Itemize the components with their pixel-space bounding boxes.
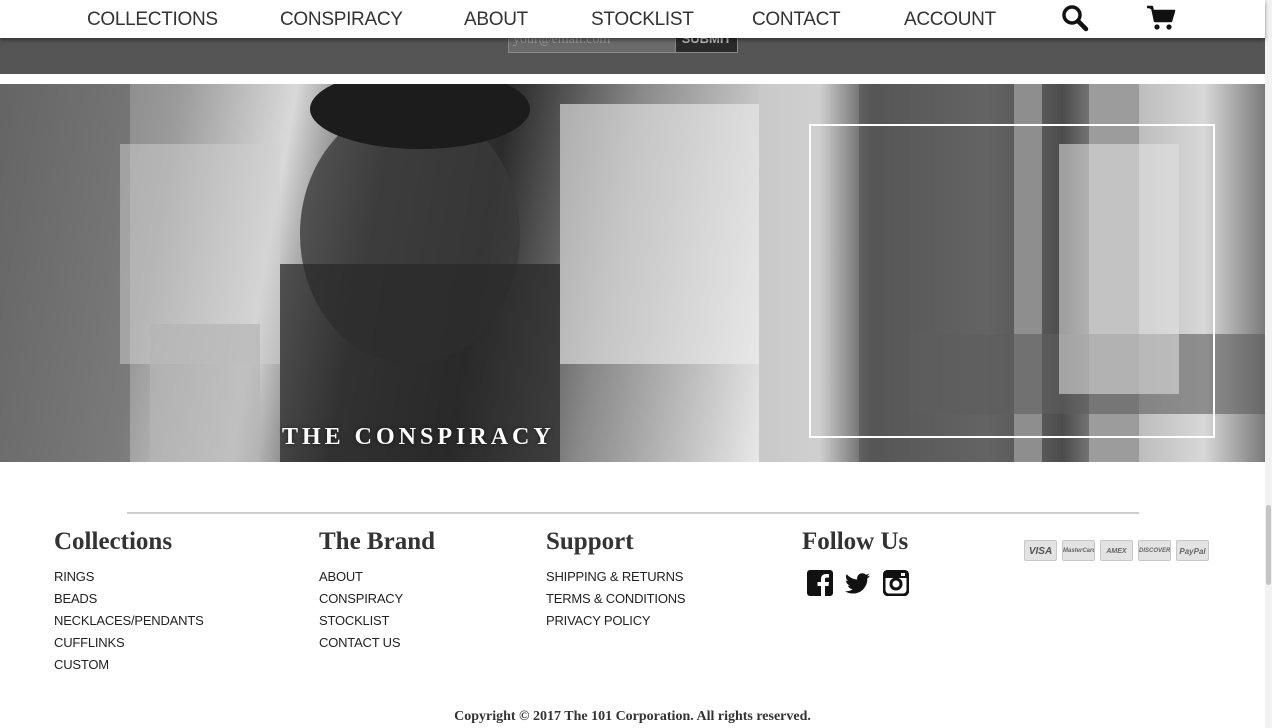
footer-divider xyxy=(127,512,1139,514)
twitter-icon[interactable] xyxy=(845,570,871,596)
footer-link-terms[interactable]: TERMS & CONDITIONS xyxy=(546,588,686,610)
image-frame xyxy=(809,124,1215,438)
footer-support: Support SHIPPING & RETURNS TERMS & CONDI… xyxy=(546,528,686,632)
support-heading: Support xyxy=(546,528,634,555)
footer-link-necklaces[interactable]: NECKLACES/PENDANTS xyxy=(54,610,204,632)
copyright-text: Copyright © 2017 The 101 Corporation. Al… xyxy=(454,709,811,724)
footer-follow: Follow Us xyxy=(802,528,910,597)
payment-cards: VISA MasterCard AMEX DISCOVER PayPal xyxy=(1024,540,1209,561)
footer-link-conspiracy[interactable]: CONSPIRACY xyxy=(319,588,435,610)
footer-collections: Collections RINGS BEADS NECKLACES/PENDAN… xyxy=(54,528,204,676)
collection-banner-image[interactable] xyxy=(759,84,1265,462)
footer-link-custom[interactable]: CUSTOM xyxy=(54,654,204,676)
visa-card-icon: VISA xyxy=(1024,540,1057,561)
main-nav: COLLECTIONS CONSPIRACY ABOUT STOCKLIST C… xyxy=(0,0,1265,38)
footer-brand: The Brand ABOUT CONSPIRACY STOCKLIST CON… xyxy=(319,528,435,654)
cart-icon[interactable] xyxy=(1146,4,1176,37)
footer-link-privacy[interactable]: PRIVACY POLICY xyxy=(546,610,685,632)
nav-item-collections[interactable]: COLLECTIONS xyxy=(87,9,218,31)
brand-heading: The Brand xyxy=(319,528,436,555)
footer-link-beads[interactable]: BEADS xyxy=(54,588,204,610)
conspiracy-banner-image[interactable]: THE CONSPIRACY xyxy=(0,84,759,462)
facebook-icon[interactable] xyxy=(807,570,833,596)
footer-link-shipping[interactable]: SHIPPING & RETURNS xyxy=(546,566,685,588)
footer-link-cufflinks[interactable]: CUFFLINKS xyxy=(54,632,204,654)
nav-item-account[interactable]: ACCOUNT xyxy=(904,9,996,31)
search-icon[interactable] xyxy=(1061,4,1089,37)
discover-card-icon: DISCOVER xyxy=(1138,540,1171,561)
footer-link-rings[interactable]: RINGS xyxy=(54,566,204,588)
nav-item-about[interactable]: ABOUT xyxy=(464,9,528,31)
follow-heading: Follow Us xyxy=(802,528,909,555)
footer-link-stocklist[interactable]: STOCKLIST xyxy=(319,610,435,632)
nav-item-contact[interactable]: CONTACT xyxy=(752,9,841,31)
nav-item-conspiracy[interactable]: CONSPIRACY xyxy=(280,9,403,31)
paypal-icon: PayPal xyxy=(1176,540,1209,561)
tattooed-man-photo xyxy=(0,84,759,462)
instagram-icon[interactable] xyxy=(882,569,910,597)
collections-heading: Collections xyxy=(54,528,173,555)
footer-link-contact-us[interactable]: CONTACT US xyxy=(319,632,435,654)
mastercard-icon: MasterCard xyxy=(1062,540,1095,561)
conspiracy-title: THE CONSPIRACY xyxy=(282,424,555,450)
scrollbar-thumb[interactable] xyxy=(1266,505,1271,585)
nav-item-stocklist[interactable]: STOCKLIST xyxy=(591,9,694,31)
amex-card-icon: AMEX xyxy=(1100,540,1133,561)
page-scrollbar[interactable] xyxy=(1265,0,1272,728)
footer-link-about[interactable]: ABOUT xyxy=(319,566,435,588)
